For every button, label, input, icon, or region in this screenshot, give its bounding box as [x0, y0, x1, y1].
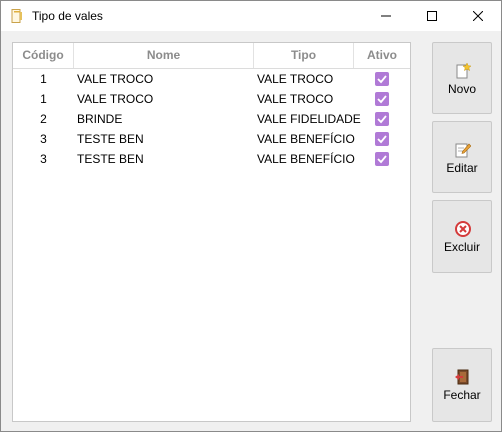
active-checkbox[interactable]: [375, 112, 389, 126]
cell-codigo: 1: [40, 72, 47, 86]
edit-button-label: Editar: [446, 161, 478, 175]
active-checkbox[interactable]: [375, 132, 389, 146]
delete-button[interactable]: Excluir: [432, 200, 492, 273]
delete-button-label: Excluir: [443, 240, 480, 254]
cell-nome: BRINDE: [77, 112, 123, 126]
maximize-button[interactable]: [409, 1, 455, 31]
new-button[interactable]: Novo: [432, 42, 492, 114]
table-header: Código Nome Tipo Ativo: [13, 43, 410, 69]
delete-x-icon: [455, 221, 471, 237]
cell-tipo: VALE BENEFÍCIO: [257, 152, 355, 166]
edit-button[interactable]: Editar: [432, 121, 492, 193]
window: Tipo de vales Código Nome Tipo Ativo 1 V…: [0, 0, 502, 432]
new-button-label: Novo: [447, 82, 476, 96]
window-title: Tipo de vales: [32, 9, 103, 23]
cell-codigo: 3: [40, 132, 47, 146]
cell-nome: TESTE BEN: [77, 152, 144, 166]
cell-tipo: VALE BENEFÍCIO: [257, 132, 355, 146]
cell-nome: TESTE BEN: [77, 132, 144, 146]
close-window-button-label: Fechar: [443, 388, 481, 402]
minimize-icon: [381, 15, 391, 17]
table-row[interactable]: 1 VALE TROCO VALE TROCO: [13, 89, 410, 109]
title-bar: Tipo de vales: [1, 1, 501, 31]
close-button[interactable]: [455, 1, 501, 31]
close-icon: [473, 11, 483, 21]
cell-codigo: 3: [40, 152, 47, 166]
table-row[interactable]: 3 TESTE BEN VALE BENEFÍCIO: [13, 149, 410, 169]
document-icon: [11, 9, 22, 23]
cell-codigo: 1: [40, 92, 47, 106]
new-document-icon: [456, 63, 471, 79]
active-checkbox[interactable]: [375, 152, 389, 166]
table-row[interactable]: 2 BRINDE VALE FIDELIDADE: [13, 109, 410, 129]
active-checkbox[interactable]: [375, 92, 389, 106]
column-header-codigo[interactable]: Código: [13, 43, 74, 68]
cell-nome: VALE TROCO: [77, 92, 154, 106]
vouchers-table[interactable]: Código Nome Tipo Ativo 1 VALE TROCO VALE…: [12, 42, 411, 422]
column-header-tipo[interactable]: Tipo: [254, 43, 354, 68]
cell-codigo: 2: [40, 112, 47, 126]
maximize-icon: [427, 11, 437, 21]
column-header-nome[interactable]: Nome: [74, 43, 254, 68]
cell-nome: VALE TROCO: [77, 72, 154, 86]
column-header-ativo[interactable]: Ativo: [354, 43, 410, 68]
edit-pencil-icon: [455, 143, 471, 158]
active-checkbox[interactable]: [375, 72, 389, 86]
cell-tipo: VALE TROCO: [257, 72, 334, 86]
close-window-button[interactable]: Fechar: [432, 348, 492, 422]
table-row[interactable]: 1 VALE TROCO VALE TROCO: [13, 69, 410, 89]
cell-tipo: VALE FIDELIDADE: [257, 112, 361, 126]
minimize-button[interactable]: [363, 1, 409, 31]
table-row[interactable]: 3 TESTE BEN VALE BENEFÍCIO: [13, 129, 410, 149]
cell-tipo: VALE TROCO: [257, 92, 334, 106]
exit-door-icon: [455, 369, 469, 385]
